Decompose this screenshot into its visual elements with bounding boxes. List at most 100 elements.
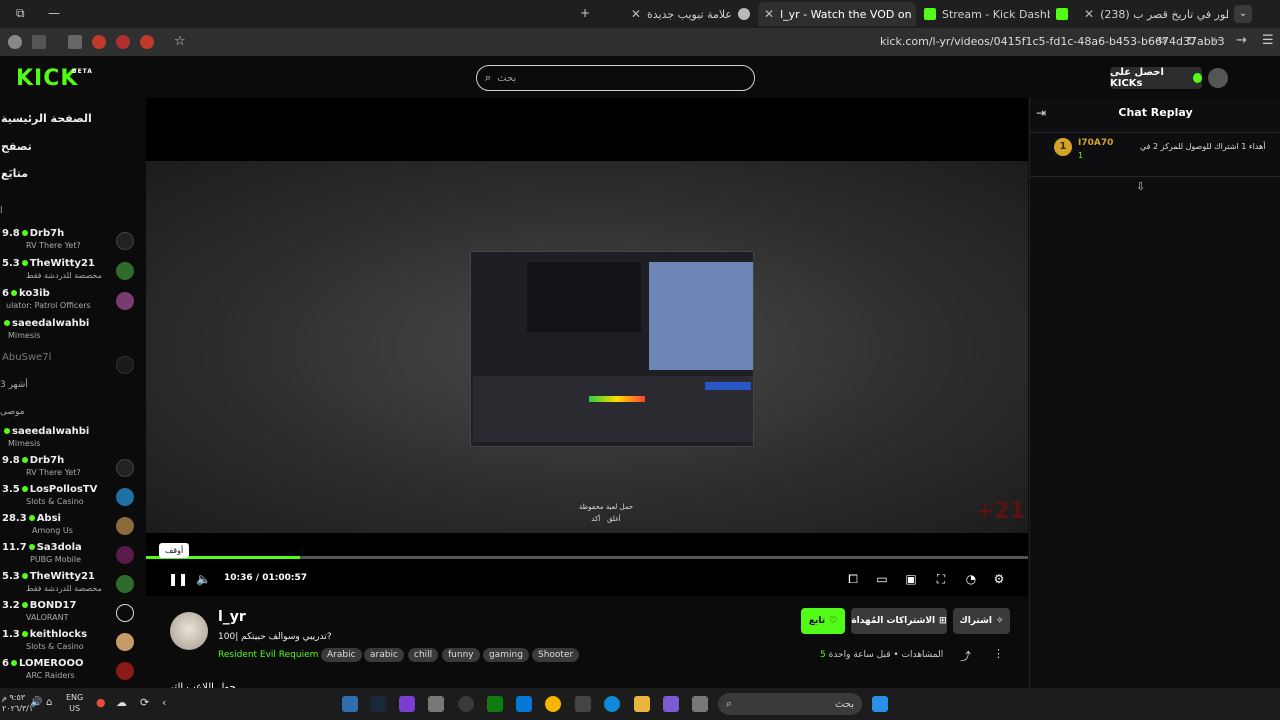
reading-list-icon[interactable] [32,35,46,49]
scroll-down-icon[interactable]: ⇩ [1136,180,1145,193]
playback-speed-icon[interactable]: ◔ [964,572,978,586]
forward-icon[interactable]: ← [1212,33,1223,48]
share-icon[interactable]: ⤴ [960,648,971,664]
sidebar-item-following[interactable]: متابَع [1,167,141,180]
xbox-icon[interactable] [487,696,503,712]
sidebar-channel[interactable]: saeedalwahbi Mimesis [0,426,145,454]
sidebar-channel[interactable]: saeedalwahbi Mimesis [0,318,145,346]
tag-chip[interactable]: arabic [364,648,404,662]
tray-overflow-icon[interactable]: ‹ [162,696,166,709]
subscribe-button[interactable]: اشتراك ✧ [953,608,1010,634]
tag-chip[interactable]: gaming [483,648,529,662]
sidebar-channel[interactable]: 5.3 TheWitty21 مخصصة للدردشة فقط [0,258,145,286]
close-tab-icon[interactable]: ✕ [1084,7,1094,21]
sidebar-channel[interactable]: 9.8 Drb7h RV There Yet? [0,228,145,256]
gift-icon: ⊞ [939,616,947,626]
microphone-icon[interactable]: ● [96,696,106,709]
minimize-window-icon[interactable]: — [48,6,60,20]
kick-logo[interactable]: KICK BETA [16,66,92,91]
get-kicks-button[interactable]: احصل على KICKs [1110,67,1202,89]
pause-button[interactable]: ❚❚ [168,572,188,586]
follow-button[interactable]: تابع ♡ [801,608,845,634]
tab-kick-vod[interactable]: ✕ l_yr - Watch the VOD on Kick [758,2,916,26]
restore-window-icon[interactable]: ⧉ [16,6,25,21]
extension-badge-icon[interactable] [116,35,130,49]
theater-mode-icon[interactable]: ▭ [875,572,889,586]
volume-icon[interactable]: 🔈 [196,572,211,586]
clock[interactable]: ٩:٥٣ م ٢٠٢٦/٣/١ [2,692,33,714]
sidebar-channel[interactable]: 6 ko3ib ulator: Patrol Officers [0,288,145,316]
chat-username[interactable]: I70A70 [1078,138,1113,148]
back-icon[interactable]: → [1236,33,1247,48]
network-icon[interactable]: ⌂ [46,697,52,708]
bookmark-star-icon[interactable]: ☆ [174,34,186,49]
sidebar-channel[interactable]: 5.3 TheWitty21 مخصصة للدردشة فقط [0,571,145,599]
reload-icon[interactable]: ↻ [1186,34,1196,48]
channel-name: TheWitty21 [29,571,95,582]
sync-icon[interactable]: ⟳ [140,696,149,709]
menu-icon[interactable]: ☰ [1262,33,1274,48]
sidebar-channel[interactable]: 3.5 LosPollosTV Slots & Casino [0,484,145,512]
discord-icon[interactable] [399,696,415,712]
sidebar-channel[interactable]: 11.7 Sa3dola PUBG Mobile [0,542,145,570]
profile-icon[interactable] [8,35,22,49]
search-input[interactable]: ⌕ بحث [476,65,755,91]
sidebar-channel[interactable]: 6 LOMEROOO ARC Raiders [0,658,145,686]
user-avatar[interactable] [1208,68,1228,88]
screen-preview-pane [527,262,641,332]
tag-chip[interactable]: Arabic [321,648,362,662]
extension-red-icon[interactable] [92,35,106,49]
sidebar-channel-offline[interactable]: AbuSwe7l [0,352,145,380]
channel-avatar[interactable] [170,612,208,650]
cloud-icon[interactable]: ☁ [116,696,127,709]
follow-label: تابع [808,616,826,626]
extensions-icon[interactable] [68,35,82,49]
chrome-icon[interactable] [545,696,561,712]
video-frame[interactable]: حمل لعبة محفوظة أغلق أكد +21 [146,161,1028,533]
extension-record-icon[interactable] [140,35,154,49]
task-view-icon[interactable] [692,696,708,712]
tab-youtube[interactable]: ✕ (238) أفخم قطور في تاريخ قصر ب [1078,2,1228,26]
windows-start-icon[interactable] [872,696,888,712]
tab-search-chevron-icon[interactable]: ⌄ [1234,5,1252,23]
tab-kick-dashboard[interactable]: Stream - Kick Dashboard [918,2,1050,26]
tag-chip[interactable]: funny [442,648,480,662]
settings-app-icon[interactable] [428,696,444,712]
sidebar-item-home[interactable]: الصفحة الرئيسية [1,112,141,125]
sidebar-item-browse[interactable]: تصفح [1,140,141,153]
new-tab-button[interactable]: + [580,6,590,20]
fullscreen-icon[interactable]: ⛶ [934,572,948,586]
video-player[interactable]: حمل لعبة محفوظة أغلق أكد +21 أوقف ❚❚ 🔈 1… [146,98,1028,596]
viewer-count: 11.7 [2,542,27,553]
category-link[interactable]: Resident Evil Requiem [218,650,318,660]
close-tab-icon[interactable]: ✕ [631,7,641,21]
tab-new-tab[interactable]: ✕ علامة تبويب جديدة [606,2,756,26]
sidebar-channel[interactable]: 9.8 Drb7h RV There Yet? [0,455,145,483]
copilot-icon[interactable] [663,696,679,712]
taskbar-search[interactable]: ⌕ بحث [718,693,862,715]
clip-icon[interactable]: ⧠ [846,572,860,586]
speaker-icon[interactable]: 🔊 [30,697,42,708]
more-options-icon[interactable]: ⋮ [993,647,1004,660]
steam-icon[interactable] [370,696,386,712]
sidebar-channel[interactable]: 3.2 BOND17 VALORANT [0,600,145,628]
sidebar-channel[interactable]: 28.3 Absi Among Us [0,513,145,541]
shield-app-icon[interactable] [342,696,358,712]
obs-icon[interactable] [458,696,474,712]
mail-icon[interactable] [516,696,532,712]
edge-icon[interactable] [604,696,620,712]
store-icon[interactable] [575,696,591,712]
tag-chip[interactable]: chill [408,648,439,662]
miniplayer-icon[interactable]: ▣ [904,572,918,586]
file-explorer-icon[interactable] [634,696,650,712]
progress-bar[interactable] [146,556,1028,559]
channel-name[interactable]: l_yr [218,609,246,625]
site-settings-icon[interactable]: ⇆ [1158,34,1167,47]
gift-subs-button[interactable]: الاشتراكات المُهداة ⊞ [851,608,947,634]
close-tab-icon[interactable]: ✕ [764,7,774,21]
language-indicator[interactable]: ENG US [66,692,83,714]
settings-gear-icon[interactable]: ⚙ [992,572,1006,586]
url-text[interactable]: kick.com/l-yr/videos/0415f1c5-fd1c-48a6-… [880,35,1225,48]
tag-chip[interactable]: Shooter [532,648,580,662]
sidebar-channel[interactable]: 1.3 keithlocks Slots & Casino [0,629,145,657]
